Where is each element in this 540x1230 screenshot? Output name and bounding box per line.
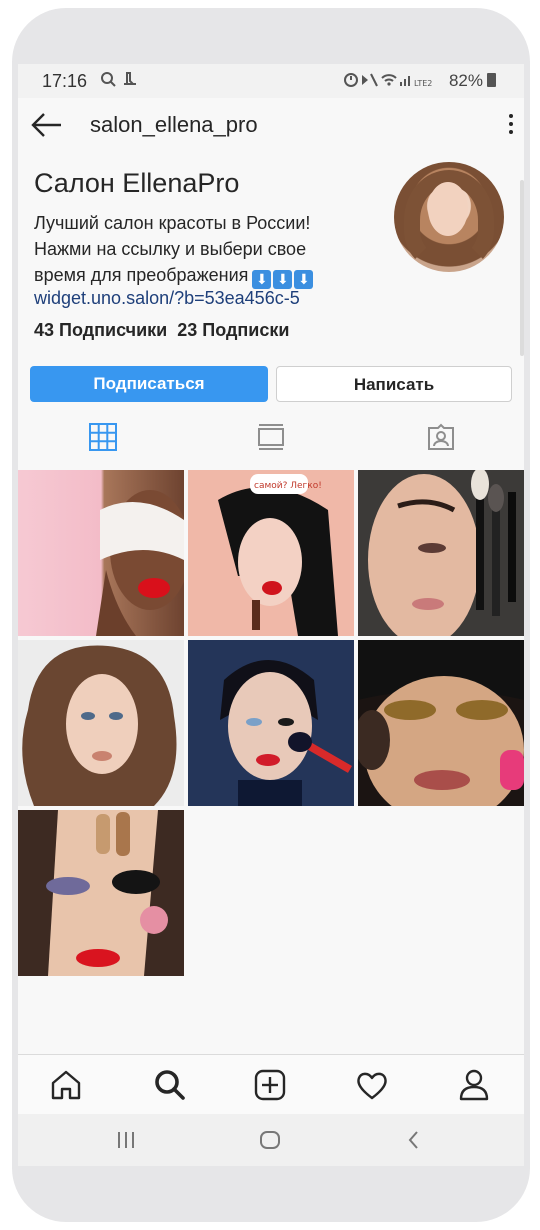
status-right: LTE2 82% (344, 71, 496, 91)
back-icon[interactable] (402, 1128, 426, 1152)
status-time: 17:16 (42, 71, 88, 91)
follow-button[interactable]: Подписаться (30, 366, 268, 402)
post-thumbnail[interactable] (358, 470, 524, 636)
bio-line: Нажми на ссылку и выбери свое (34, 239, 307, 259)
profile-icon[interactable] (456, 1067, 492, 1103)
post-image (358, 640, 524, 806)
battery-percent: 82% (448, 71, 483, 90)
post-thumbnail[interactable] (18, 640, 184, 806)
down-arrow-icon: ⬇ (294, 270, 314, 289)
screen: 17:16 LTE2 82% salon_ellena_pro Салон El… (18, 64, 524, 1166)
post-thumbnail[interactable] (188, 640, 354, 806)
home-button-icon[interactable] (258, 1128, 282, 1152)
heart-icon[interactable] (354, 1067, 390, 1103)
profile-stats: 43 Подписчики 23 Подписки (34, 320, 289, 341)
add-post-icon[interactable] (252, 1067, 288, 1103)
home-icon[interactable] (48, 1067, 84, 1103)
message-button[interactable]: Написать (276, 366, 512, 402)
post-image: самой? Легко! (188, 470, 354, 636)
search-notification-icon (101, 72, 136, 87)
following-count[interactable]: 23 Подписки (177, 320, 289, 340)
more-vertical-icon[interactable] (506, 112, 516, 138)
phone-frame: 17:16 LTE2 82% salon_ellena_pro Салон El… (12, 8, 530, 1222)
post-caption: самой? Легко! (254, 481, 322, 491)
post-image (96, 490, 184, 636)
scroll-indicator (520, 180, 524, 356)
post-image (220, 660, 352, 806)
bottom-nav (18, 1054, 524, 1115)
profile-link[interactable]: widget.uno.salon/?b=53ea456c-5 (34, 288, 300, 309)
lte-label: LTE2 (414, 79, 432, 88)
grid-icon[interactable] (88, 422, 118, 452)
down-arrow-icon: ⬇ (273, 270, 293, 289)
profile-header: salon_ellena_pro (18, 98, 524, 156)
down-arrow-emojis: ⬇ ⬇ ⬇ (252, 262, 315, 289)
post-image (22, 645, 177, 806)
battery-icon (487, 73, 496, 87)
post-thumbnail[interactable] (18, 810, 184, 976)
avatar-face (428, 182, 468, 236)
profile-tabs (18, 416, 524, 460)
bio-line-text: время для преображения (34, 265, 249, 285)
profile-name: Салон EllenaPro (34, 168, 240, 198)
status-indicators-icon: LTE2 (344, 73, 433, 88)
bio-line: Лучший салон красоты в России! (34, 213, 311, 233)
arrow-left-icon[interactable] (30, 110, 64, 140)
post-thumbnail[interactable]: самой? Легко! (188, 470, 354, 636)
profile-bio: Лучший салон красоты в России! Нажми на … (34, 210, 364, 289)
search-icon[interactable] (152, 1067, 188, 1103)
post-image (18, 810, 184, 976)
down-arrow-icon: ⬇ (252, 270, 272, 289)
avatar[interactable] (394, 162, 504, 272)
bio-line: время для преображения ⬇ ⬇ ⬇ (34, 262, 364, 289)
followers-count[interactable]: 43 Подписчики (34, 320, 167, 340)
system-nav-bar (18, 1114, 524, 1166)
post-thumbnail[interactable] (358, 640, 524, 806)
post-thumbnail[interactable] (18, 470, 184, 636)
username: salon_ellena_pro (90, 112, 258, 137)
tagged-icon[interactable] (426, 422, 456, 452)
status-bar: 17:16 LTE2 82% (18, 64, 524, 98)
status-notification-icons (100, 70, 144, 95)
feed-icon[interactable] (256, 422, 286, 452)
recent-apps-icon[interactable] (114, 1128, 138, 1152)
post-image (358, 470, 524, 636)
